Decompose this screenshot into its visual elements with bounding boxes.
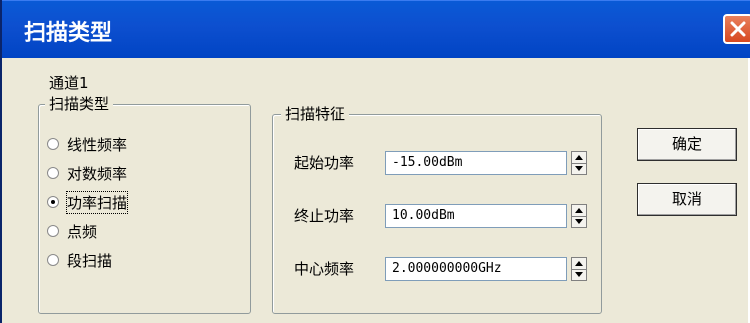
stop-power-label: 终止功率 xyxy=(294,207,355,225)
spin-down-icon xyxy=(575,166,583,171)
start-power-input[interactable]: -15.00dBm xyxy=(385,151,567,175)
spin-up-icon xyxy=(575,261,583,266)
spin-down-button[interactable] xyxy=(572,269,586,280)
channel-label: 通道1 xyxy=(49,74,89,92)
radio-button[interactable] xyxy=(47,167,59,179)
radio-label: 线性频率 xyxy=(67,136,128,154)
spin-down-icon xyxy=(575,219,583,224)
radio-button-selected[interactable] xyxy=(47,196,59,208)
radio-label: 段扫描 xyxy=(67,252,113,270)
radio-label: 点频 xyxy=(67,223,98,241)
spin-down-button[interactable] xyxy=(572,216,586,227)
start-power-label: 起始功率 xyxy=(294,154,355,172)
title-bar[interactable]: 扫描类型 xyxy=(2,0,750,58)
start-power-spinner[interactable] xyxy=(571,151,587,175)
ok-button[interactable]: 确定 xyxy=(637,128,737,161)
window-title: 扫描类型 xyxy=(24,21,113,46)
scan-type-dialog: 扫描类型 通道1 扫描类型 线性频率 对数频率 功率扫描 点频 段扫描 扫描特征… xyxy=(0,0,750,323)
scan-type-group-legend: 扫描类型 xyxy=(45,93,114,114)
radio-label: 对数频率 xyxy=(67,165,128,183)
spin-down-button[interactable] xyxy=(572,163,586,174)
cancel-button[interactable]: 取消 xyxy=(637,183,737,216)
stop-power-spinner[interactable] xyxy=(571,204,587,228)
radio-label: 功率扫描 xyxy=(65,191,129,214)
center-frequency-label: 中心频率 xyxy=(294,260,355,278)
close-button[interactable] xyxy=(723,14,750,44)
stop-power-input[interactable]: 10.00dBm xyxy=(385,204,567,228)
radio-button[interactable] xyxy=(47,225,59,237)
radio-button[interactable] xyxy=(47,138,59,150)
scan-feature-group-legend: 扫描特征 xyxy=(281,103,350,124)
center-frequency-input[interactable]: 2.000000000GHz xyxy=(385,257,567,281)
center-frequency-spinner[interactable] xyxy=(571,257,587,281)
close-icon xyxy=(730,21,746,37)
spin-up-icon xyxy=(575,208,583,213)
radio-button[interactable] xyxy=(47,254,59,266)
spin-down-icon xyxy=(575,272,583,277)
spin-up-icon xyxy=(575,155,583,160)
